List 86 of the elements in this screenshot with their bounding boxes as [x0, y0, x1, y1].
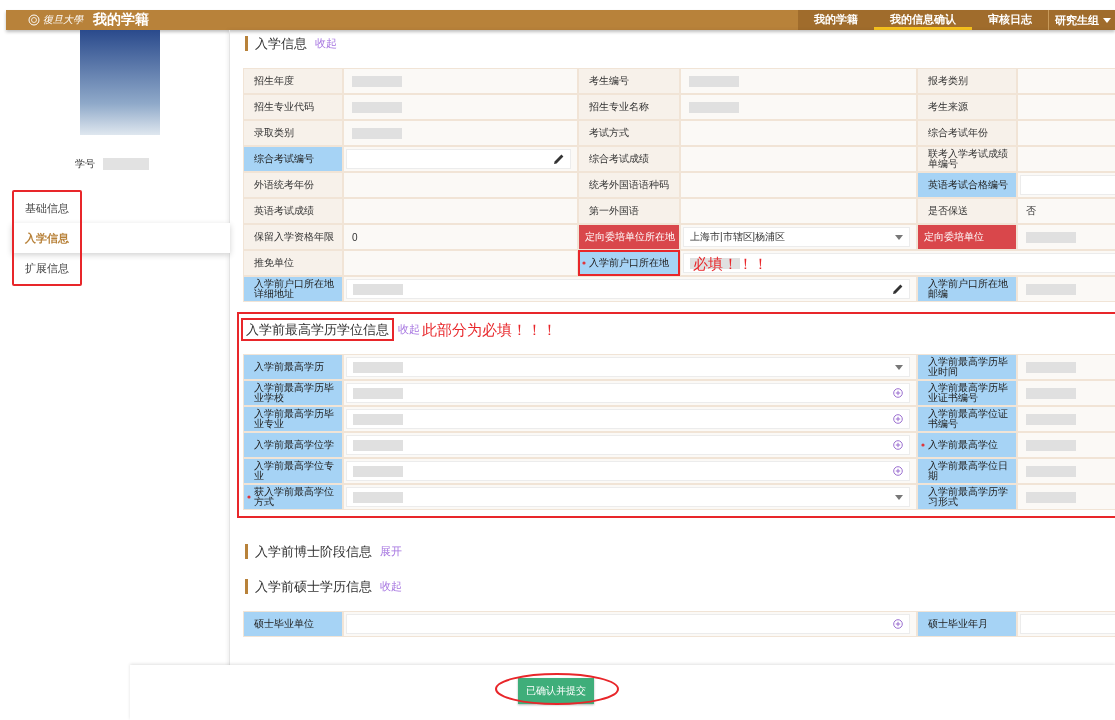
- student-id-label: 学号: [75, 157, 95, 171]
- dropdown-field[interactable]: [346, 357, 910, 377]
- label-text: 报考类别: [928, 76, 968, 86]
- label-text: 入学前最高学历毕业证书编号: [928, 383, 1009, 403]
- label-text: 保留入学资格年限: [254, 232, 334, 242]
- section-title: 入学信息: [245, 36, 307, 51]
- redacted-value: [103, 158, 149, 170]
- app-title: 我的学籍: [93, 11, 149, 29]
- label-text: 定向委培单位所在地: [585, 232, 675, 242]
- collapse-toggle-link[interactable]: 展开: [380, 544, 402, 559]
- field-value: 上海市|市辖区|杨浦区: [690, 230, 786, 244]
- section-title: 入学前博士阶段信息: [245, 544, 372, 559]
- label-text: 硕士毕业年月: [928, 619, 988, 629]
- field-value: 0: [352, 231, 358, 243]
- label-text: 综合考试编号: [254, 154, 314, 164]
- input-field[interactable]: [346, 461, 910, 481]
- label-text: 统考外国语语种码: [589, 180, 669, 190]
- input-field[interactable]: [346, 614, 910, 634]
- input-field[interactable]: [346, 149, 571, 169]
- label-text: 入学前最高学位: [928, 440, 998, 450]
- logo-text: 復旦大學: [43, 13, 83, 27]
- plus-circle-icon[interactable]: [893, 440, 903, 450]
- confirm-submit-button[interactable]: 已确认并提交: [517, 677, 594, 704]
- collapse-toggle-link[interactable]: 收起: [380, 579, 402, 594]
- sidebar-item[interactable]: 入学信息: [12, 223, 230, 253]
- collapse-toggle-link[interactable]: 收起: [398, 322, 420, 337]
- dropdown-caret-icon[interactable]: [895, 494, 903, 500]
- field-value: 否: [1026, 204, 1036, 218]
- label-text: 硕士毕业单位: [254, 619, 314, 629]
- label-text: 入学前最高学位日期: [928, 461, 1009, 481]
- label-text: 招生年度: [254, 76, 294, 86]
- label-text: 入学前最高学历毕业时间: [928, 357, 1009, 377]
- caret-icon: [1103, 17, 1111, 23]
- label-text: 入学前最高学历学习形式: [928, 487, 1009, 507]
- label-text: 第一外国语: [589, 206, 639, 216]
- dropdown-field[interactable]: [346, 487, 910, 507]
- label-text: 考生编号: [589, 76, 629, 86]
- label-text: 英语考试成绩: [254, 206, 314, 216]
- plus-circle-icon[interactable]: [893, 466, 903, 476]
- pencil-icon[interactable]: [893, 284, 903, 294]
- label-text: 入学前最高学位专业: [254, 461, 335, 481]
- pencil-icon[interactable]: [554, 154, 564, 164]
- input-field[interactable]: [346, 279, 910, 299]
- dropdown-caret-icon[interactable]: [895, 234, 903, 240]
- dropdown-field[interactable]: 上海市|市辖区|杨浦区: [683, 227, 910, 247]
- section-title: 入学前硕士学历信息: [245, 579, 372, 594]
- label-text: 推免单位: [254, 258, 294, 268]
- label-text: 入学前最高学位证书编号: [928, 409, 1009, 429]
- input-field[interactable]: [683, 253, 1115, 273]
- label-text: 入学前户口所在地详细地址: [254, 279, 335, 299]
- label-text: 综合考试年份: [928, 128, 988, 138]
- collapse-toggle-link[interactable]: 收起: [315, 36, 337, 51]
- annotation-note: 必填！！！: [693, 256, 768, 271]
- sidebar-item[interactable]: 基础信息: [12, 193, 230, 223]
- label-text: 外语统考年份: [254, 180, 314, 190]
- label-text: 获入学前最高学位方式: [254, 487, 335, 507]
- seal-logo-icon: [28, 14, 40, 26]
- label-text: 英语考试合格编号: [928, 180, 1008, 190]
- nav-tab[interactable]: 我的学籍: [798, 10, 874, 30]
- plus-circle-icon[interactable]: [893, 414, 903, 424]
- label-text: 入学前最高学历: [254, 362, 324, 372]
- plus-circle-icon[interactable]: [893, 619, 903, 629]
- label-text: 联考入学考试成绩单编号: [928, 149, 1009, 169]
- dropdown-caret-icon[interactable]: [895, 364, 903, 370]
- label-text: 招生专业代码: [254, 102, 314, 112]
- label-text: 入学前最高学位学: [254, 440, 334, 450]
- input-field[interactable]: [346, 383, 910, 403]
- label-text: 招生专业名称: [589, 102, 649, 112]
- nav-tab[interactable]: 我的信息确认: [874, 10, 972, 30]
- input-field[interactable]: [346, 435, 910, 455]
- label-text: 考生来源: [928, 102, 968, 112]
- label-text: 定向委培单位: [924, 232, 984, 242]
- plus-circle-icon[interactable]: [893, 388, 903, 398]
- nav-tab[interactable]: 审核日志: [972, 10, 1048, 30]
- label-text: 入学前户口所在地: [589, 258, 669, 268]
- label-text: 入学前最高学历毕业专业: [254, 409, 335, 429]
- input-field[interactable]: [346, 409, 910, 429]
- user-menu[interactable]: 研究生组: [1048, 10, 1115, 30]
- sidebar-item[interactable]: 扩展信息: [12, 253, 230, 283]
- label-text: 考试方式: [589, 128, 629, 138]
- label-text: 入学前最高学历毕业学校: [254, 383, 335, 403]
- label-text: 录取类别: [254, 128, 294, 138]
- label-text: 综合考试成绩: [589, 154, 649, 164]
- annotation-note: 此部分为必填！！！: [422, 322, 557, 337]
- label-text: 是否保送: [928, 206, 968, 216]
- label-text: 入学前户口所在地邮编: [928, 279, 1009, 299]
